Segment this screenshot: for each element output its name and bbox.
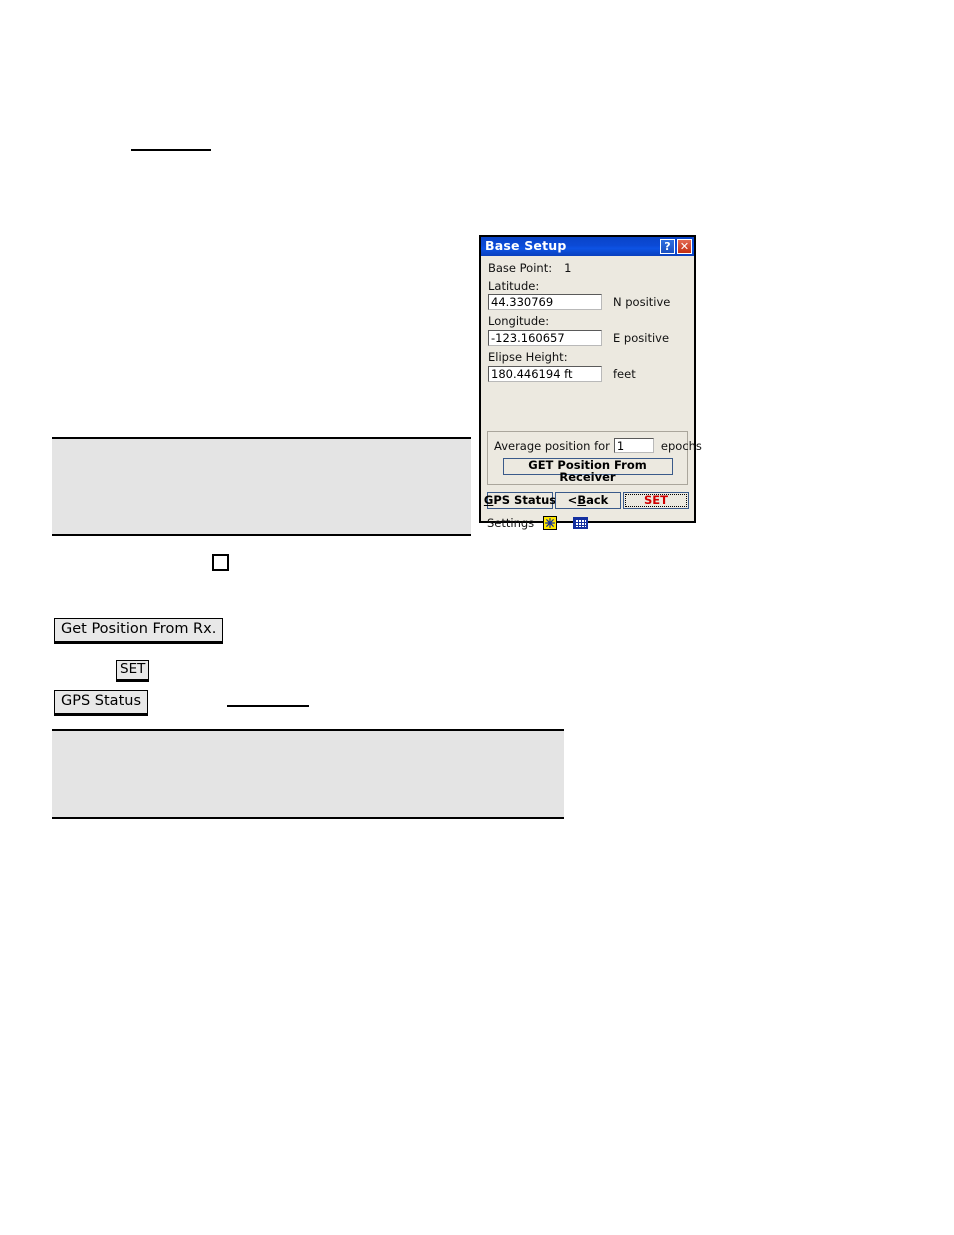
note-box-lower: [52, 729, 564, 819]
elipse-height-row: feet: [488, 365, 687, 382]
base-point-row: Base Point: 1: [488, 262, 687, 275]
average-position-row: Average position for epochs: [494, 438, 702, 453]
back-suffix: ack: [586, 492, 609, 507]
longitude-label: Longitude:: [488, 314, 550, 329]
set-button[interactable]: SET: [623, 492, 689, 509]
dialog-titlebar: Base Setup ? ✕: [481, 237, 694, 256]
average-position-group: Average position for epochs GET Position…: [487, 431, 702, 485]
sun-icon[interactable]: [543, 516, 558, 530]
back-button[interactable]: < Back: [555, 492, 621, 509]
heading-rule: [131, 149, 211, 151]
dialog-body: Base Point: 1 Latitude: N positive Longit…: [481, 256, 702, 530]
dialog-title: Base Setup: [485, 238, 567, 254]
latitude-input[interactable]: [488, 294, 602, 311]
epochs-label: epochs: [660, 438, 702, 453]
longitude-row: E positive: [488, 329, 687, 346]
elipse-height-hint: feet: [613, 366, 636, 381]
inline-rule: [227, 705, 309, 707]
gps-status-button[interactable]: G PS Status: [484, 492, 557, 509]
input-panel-icon[interactable]: [573, 517, 589, 529]
settings-label: Settings: [487, 516, 535, 530]
average-position-label: Average position for: [494, 438, 610, 453]
latitude-hint: N positive: [613, 295, 671, 310]
longitude-input[interactable]: [488, 329, 602, 346]
settings-row: Settings: [487, 516, 589, 530]
dialog-button-bar: G PS Status < Back SET: [484, 492, 689, 509]
set-button-inline[interactable]: SET: [116, 660, 150, 682]
latitude-row: N positive: [488, 294, 687, 311]
latitude-label: Latitude:: [488, 278, 540, 293]
close-icon[interactable]: ✕: [677, 239, 692, 254]
base-point-value: 1: [564, 261, 572, 275]
help-icon[interactable]: ?: [660, 239, 675, 254]
back-prefix: <: [567, 492, 578, 507]
get-position-from-receiver-button[interactable]: GET Position From Receiver: [502, 458, 673, 482]
back-accel: B: [577, 492, 587, 507]
base-point-label: Base Point:: [488, 261, 553, 275]
elipse-height-input[interactable]: [488, 365, 602, 382]
epochs-input[interactable]: [613, 438, 654, 453]
gps-status-label-rest: PS Status: [493, 492, 557, 507]
longitude-hint: E positive: [613, 330, 670, 345]
gps-status-button-inline[interactable]: GPS Status: [54, 690, 148, 716]
empty-checkbox[interactable]: [212, 554, 229, 571]
elipse-height-label: Elipse Height:: [488, 349, 568, 364]
base-setup-dialog: Base Setup ? ✕ Base Point: 1 Latitude: N …: [479, 235, 702, 530]
get-position-from-rx-button[interactable]: Get Position From Rx.: [54, 618, 224, 644]
note-box-upper: [52, 437, 471, 536]
